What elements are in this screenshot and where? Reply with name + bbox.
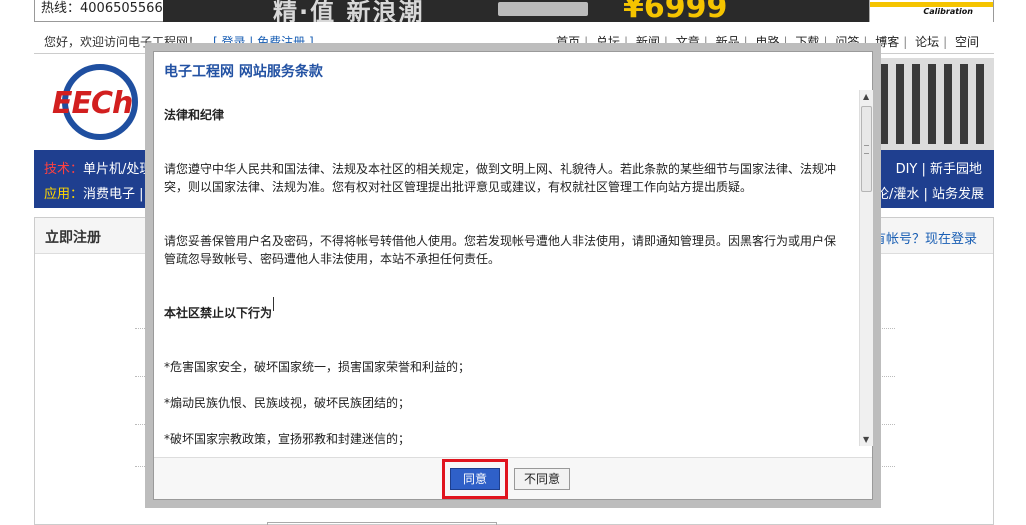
discussion-links[interactable]: 讨论/灌水 | 站务发展 xyxy=(863,183,984,202)
promo-banner[interactable]: 精·值 新浪潮 ¥6999 xyxy=(163,0,869,22)
text-cursor-icon xyxy=(273,297,274,311)
agree-button[interactable]: 同意 xyxy=(450,468,500,490)
calibration-ad-text: Calibration xyxy=(923,7,973,16)
terms-content[interactable]: 法律和纪律 请您遵守中华人民共和国法律、法规及本社区的相关规定，做到文明上网、礼… xyxy=(154,90,859,446)
device-image xyxy=(498,2,588,16)
scroll-down-arrow-icon[interactable]: ▼ xyxy=(863,435,869,444)
hotline-text: 热线：4006505566 xyxy=(41,1,163,16)
disagree-button[interactable]: 不同意 xyxy=(514,468,570,490)
terms-dialog: 电子工程网 网站服务条款 法律和纪律 请您遵守中华人民共和国法律、法规及本社区的… xyxy=(153,51,873,500)
equipment-rack-image[interactable] xyxy=(872,58,994,150)
nav-item-space[interactable]: 空间 xyxy=(955,35,979,49)
terms-item: *煽动民族仇恨、民族歧视，破坏民族团结的； xyxy=(164,396,411,410)
terms-heading: 本社区禁止以下行为 xyxy=(164,306,273,320)
promo-banner-text: 精·值 新浪潮 xyxy=(273,0,425,22)
scrollbar-thumb[interactable] xyxy=(861,106,872,192)
site-logo[interactable]: EECh xyxy=(48,58,158,148)
register-title: 立即注册 xyxy=(45,230,101,246)
tech-label: 技术： xyxy=(44,162,84,177)
terms-paragraph: 请您妥善保管用户名及密码，不得将帐号转借他人使用。您若发现帐号遭他人非法使用，请… xyxy=(164,234,837,266)
top-banner-strip: 热线：4006505566 精·值 新浪潮 ¥6999 Calibration xyxy=(34,0,994,22)
terms-heading: 法律和纪律 xyxy=(164,108,225,122)
dialog-title: 电子工程网 网站服务条款 xyxy=(164,64,323,80)
scroll-up-arrow-icon[interactable]: ▲ xyxy=(863,92,869,101)
logo-text: EECh xyxy=(52,86,133,121)
terms-item: *危害国家安全，破坏国家统一，损害国家荣誉和利益的； xyxy=(164,360,471,374)
diy-newbie-links[interactable]: DIY | 新手园地 xyxy=(896,158,982,177)
app-label: 应用： xyxy=(44,187,84,202)
app-category-row: 应用：消费电子 | 工 xyxy=(44,183,161,202)
terms-item: *破坏国家宗教政策，宣扬邪教和封建迷信的； xyxy=(164,432,411,446)
calibration-ad[interactable]: Calibration xyxy=(869,0,993,22)
terms-paragraph: 请您遵守中华人民共和国法律、法规及本社区的相关规定，做到文明上网、礼貌待人。若此… xyxy=(164,162,837,194)
promo-banner-price: ¥6999 xyxy=(623,0,728,22)
page-root: 热线：4006505566 精·值 新浪潮 ¥6999 Calibration … xyxy=(0,0,1026,525)
nav-item-forum[interactable]: 论坛 xyxy=(915,35,939,49)
dialog-footer: 同意 不同意 xyxy=(154,457,872,499)
terms-scrollbar[interactable]: ▲ ▼ xyxy=(859,90,873,446)
